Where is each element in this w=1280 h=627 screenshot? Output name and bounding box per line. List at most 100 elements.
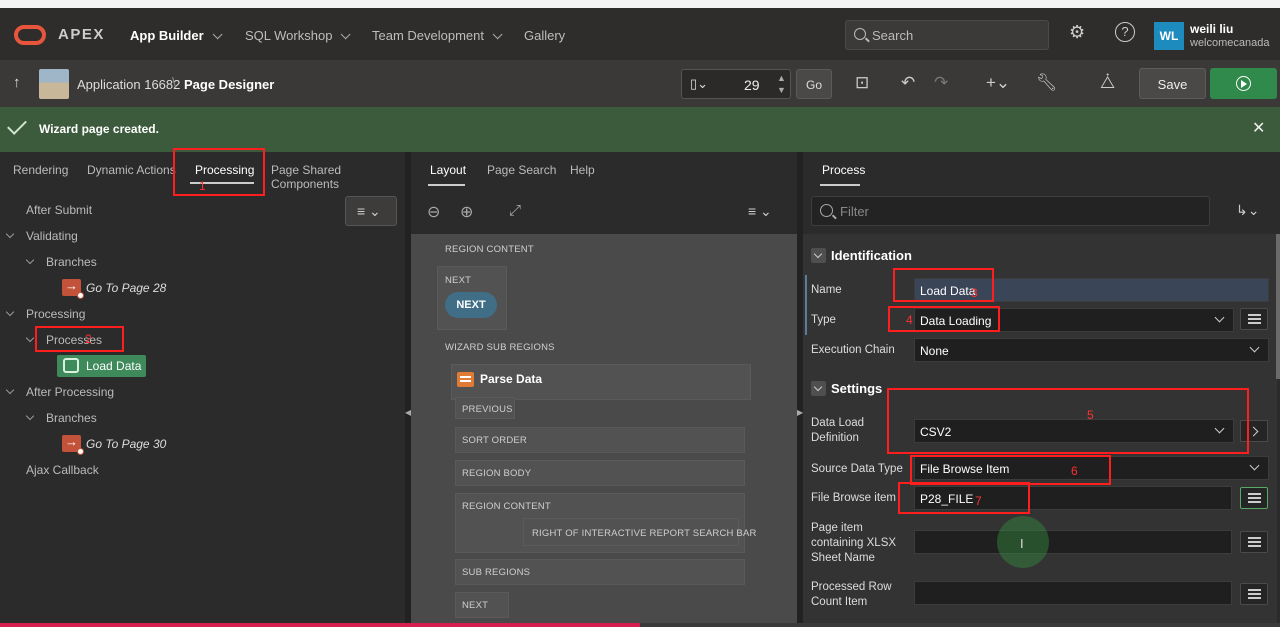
shared-components-icon[interactable]: ⧊ [1100, 73, 1115, 93]
layout-pane: Layout Page Search Help ⊖ ⊕ ⤢ ≡ ⌄ REGION… [411, 152, 797, 627]
processed-row-count-field[interactable] [914, 581, 1232, 605]
zoom-in-icon[interactable]: ⊕ [460, 202, 473, 222]
help-icon[interactable]: ? [1115, 22, 1135, 42]
tab-layout[interactable]: Layout [430, 163, 466, 177]
save-button[interactable]: Save [1139, 68, 1206, 99]
up-arrow-icon[interactable]: ↑ [13, 74, 21, 91]
global-search-input[interactable]: Search [845, 20, 1049, 50]
layout-canvas[interactable]: REGION CONTENT NEXT NEXT WIZARD SUB REGI… [411, 234, 797, 627]
tree-menu-button[interactable]: ≡ ⌄ [345, 196, 397, 226]
tree-after-submit[interactable]: After Submit [26, 203, 92, 217]
annotation-number-5: 5 [1087, 408, 1094, 422]
next-region-label: NEXT [445, 275, 472, 286]
page-stepper-icon[interactable]: ▲ ▼ [777, 72, 786, 96]
region-content-label: REGION CONTENT [445, 244, 534, 255]
nav-sql-workshop[interactable]: SQL Workshop [245, 28, 352, 43]
page-icon: ▯⌄ [690, 76, 709, 91]
type-list-button[interactable] [1240, 308, 1268, 330]
tree-validating[interactable]: Validating [26, 229, 78, 243]
user-workspace: welcomecanada [1190, 37, 1270, 49]
chevron-down-icon [492, 29, 503, 40]
utilities-wrench-icon[interactable]: 🔧︎ [1036, 73, 1058, 93]
chevron-down-icon[interactable] [25, 255, 35, 265]
list-icon [1248, 314, 1261, 316]
apex-brand[interactable]: APEX [58, 26, 105, 43]
tree-branches-1[interactable]: Branches [46, 255, 97, 269]
run-page-button[interactable] [1210, 68, 1277, 99]
active-tab-indicator [820, 184, 860, 186]
tab-page-shared-components[interactable]: Page Shared Components [271, 163, 405, 191]
nav-gallery[interactable]: Gallery [524, 28, 565, 43]
collapse-icon[interactable] [811, 248, 826, 263]
annotation-box-2 [35, 326, 124, 352]
next-button[interactable]: NEXT [445, 292, 497, 318]
create-menu-icon[interactable]: +⌄ [986, 73, 1010, 93]
nav-team-development[interactable]: Team Development [372, 28, 503, 43]
close-icon[interactable]: ✕ [1252, 118, 1265, 138]
oracle-logo-icon[interactable] [14, 25, 46, 45]
wizard-sub-regions-label: WIZARD SUB REGIONS [445, 342, 555, 353]
page-number-value[interactable]: 29 [744, 77, 760, 93]
redo-icon[interactable]: ↷ [934, 73, 948, 93]
identification-accent [805, 275, 807, 335]
property-filter-input[interactable]: Filter [811, 196, 1210, 226]
xlsx-sheet-field[interactable] [914, 530, 1232, 554]
list-icon [1248, 589, 1261, 591]
go-to-group-icon[interactable]: ↳⌄ [1236, 202, 1259, 219]
chevron-down-icon[interactable] [25, 333, 35, 343]
tree-go-to-page-28[interactable]: Go To Page 28 [86, 281, 166, 295]
annotation-box-7 [898, 482, 1030, 514]
processed-row-count-list-button[interactable] [1240, 583, 1268, 605]
lock-page-icon[interactable]: ⊡ [855, 73, 869, 93]
expand-icon[interactable]: ⤢ [509, 202, 521, 219]
parse-data-title[interactable]: Parse Data [480, 372, 542, 386]
annotation-box-4 [888, 306, 1000, 332]
identification-heading: Identification [831, 248, 912, 263]
region-icon [457, 372, 474, 387]
search-icon [820, 204, 833, 217]
right-of-ir-label: RIGHT OF INTERACTIVE REPORT SEARCH BAR [532, 528, 757, 539]
tab-rendering[interactable]: Rendering [13, 163, 68, 177]
tree-after-processing[interactable]: After Processing [26, 385, 114, 399]
zoom-out-icon[interactable]: ⊖ [427, 202, 440, 222]
xlsx-sheet-list-button[interactable] [1240, 531, 1268, 553]
property-scrollbar[interactable] [1276, 234, 1280, 379]
page-number-selector[interactable]: ▯⌄ 29 ▲ ▼ [681, 69, 791, 99]
chevron-down-icon[interactable] [5, 229, 15, 239]
tab-process[interactable]: Process [822, 163, 865, 177]
tree-load-data-process[interactable]: Load Data [57, 355, 146, 377]
sub-regions-label: SUB REGIONS [462, 567, 531, 578]
breadcrumb-application[interactable]: Application 16682 [77, 77, 180, 92]
tab-help[interactable]: Help [570, 163, 595, 177]
branch-icon [62, 278, 84, 299]
layout-menu-icon[interactable]: ≡ ⌄ [748, 203, 772, 220]
tab-page-search[interactable]: Page Search [487, 163, 556, 177]
tree-processing[interactable]: Processing [26, 307, 85, 321]
file-browse-item-list-button[interactable] [1240, 487, 1268, 509]
tree-ajax-callback[interactable]: Ajax Callback [26, 463, 99, 477]
annotation-box-3 [893, 268, 994, 302]
undo-icon[interactable]: ↶ [901, 73, 915, 93]
nav-app-builder[interactable]: App Builder [130, 28, 223, 43]
go-button[interactable]: Go [796, 69, 832, 99]
chevron-down-icon[interactable] [25, 411, 35, 421]
file-browse-item-label: File Browse item [811, 492, 896, 504]
avatar[interactable]: WL [1154, 22, 1184, 50]
user-name[interactable]: weili liu [1190, 22, 1233, 36]
video-progress-bar[interactable] [0, 623, 1280, 627]
annotation-number-6: 6 [1071, 464, 1078, 478]
user-settings-icon[interactable]: ⚙ [1069, 22, 1085, 43]
execution-chain-select[interactable]: None [914, 338, 1269, 362]
collapse-icon[interactable] [811, 381, 826, 396]
tab-dynamic-actions[interactable]: Dynamic Actions [87, 163, 176, 177]
tree-branches-2[interactable]: Branches [46, 411, 97, 425]
chevron-down-icon[interactable] [5, 385, 15, 395]
tree-go-to-page-30[interactable]: Go To Page 30 [86, 437, 166, 451]
chevron-down-icon [1249, 460, 1260, 471]
annotation-box-5 [887, 388, 1249, 454]
settings-heading: Settings [831, 381, 883, 396]
chevron-down-icon[interactable] [5, 307, 15, 317]
list-icon [1248, 537, 1261, 539]
filter-placeholder: Filter [840, 204, 869, 219]
name-label: Name [811, 284, 842, 296]
